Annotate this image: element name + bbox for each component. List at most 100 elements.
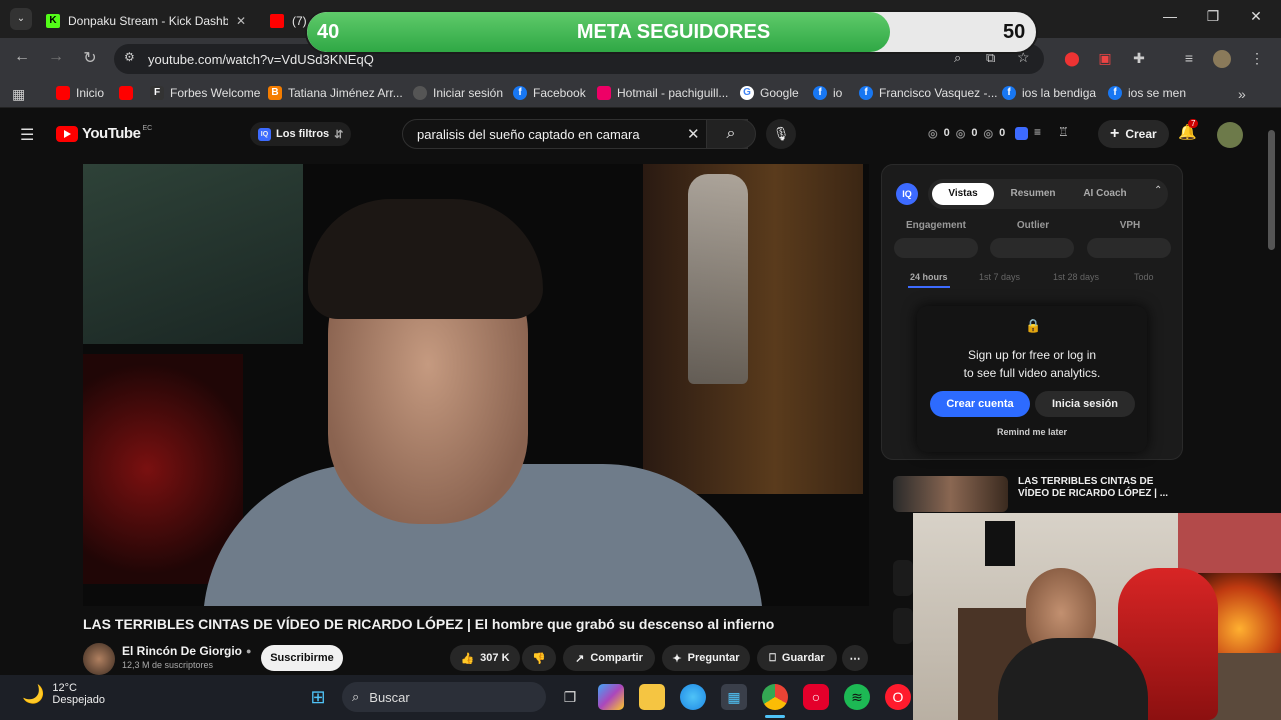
page-scrollbar[interactable] — [1268, 130, 1275, 250]
search-icon: ⌕ — [352, 689, 360, 704]
back-icon[interactable]: ← — [12, 48, 32, 66]
more-bookmarks-icon[interactable]: » — [1238, 86, 1246, 102]
video-person-hair — [308, 199, 543, 319]
reload-icon[interactable]: ↻ — [80, 48, 100, 68]
award-icon[interactable]: ♖ — [1058, 125, 1069, 139]
active-app-indicator — [765, 715, 785, 718]
voice-search-button[interactable]: 🎙 — [766, 119, 796, 149]
forward-icon[interactable]: → — [46, 48, 66, 66]
vidiq-toolbar-icon[interactable] — [1015, 127, 1028, 140]
taskbar-search[interactable]: ⌕ Buscar — [342, 682, 546, 712]
search-button[interactable]: ⌕ — [706, 119, 756, 149]
restore-icon[interactable]: ❐ — [1198, 8, 1228, 25]
recommended-video[interactable]: LAS TERRIBLES CINTAS DE VÍDEO DE RICARDO… — [893, 476, 1183, 512]
apps-icon[interactable]: ▦ — [12, 86, 25, 103]
account-avatar[interactable] — [1217, 122, 1243, 148]
bookmark-ios-se-men[interactable]: f ios se men — [1108, 86, 1186, 100]
tab-kick-dashboard[interactable]: K Donpaku Stream - Kick Dashbo ✕ — [46, 6, 256, 36]
bookmark-icon: ⎕ — [769, 651, 776, 664]
notifications-button[interactable]: 🔔 7 — [1178, 119, 1199, 141]
login-button[interactable]: Inicia sesión — [1035, 391, 1135, 417]
bookmark-francisco[interactable]: f Francisco Vasquez -... — [859, 86, 998, 100]
tab-youtube[interactable]: (7) — [270, 6, 310, 36]
bookmark-login[interactable]: Iniciar sesión — [413, 86, 503, 100]
profile-avatar[interactable] — [1213, 50, 1231, 68]
bookmark-facebook[interactable]: f Facebook — [513, 86, 586, 100]
thumbs-down-icon: 👎 — [532, 652, 546, 665]
share-button[interactable]: ↗ Compartir — [563, 645, 655, 671]
opera-gx-icon[interactable]: ○ — [803, 684, 829, 710]
bookmark-tatiana[interactable]: B Tatiana Jiménez Arr... — [268, 86, 403, 100]
clear-search-icon[interactable]: ✕ — [687, 125, 700, 143]
video-player[interactable] — [83, 164, 869, 606]
ask-button[interactable]: ✦ Preguntar — [662, 645, 750, 671]
filters-button[interactable]: IQ Los filtros ⇵ — [250, 122, 352, 146]
bookmark-io[interactable]: f io — [813, 86, 842, 100]
hamburger-menu-icon[interactable]: ☰ — [20, 125, 34, 145]
microphone-icon: 🎙 — [772, 126, 790, 141]
channel-avatar[interactable] — [83, 643, 115, 675]
tab-search-button[interactable]: ⌄ — [10, 8, 32, 30]
facebook-icon: f — [1002, 86, 1016, 100]
more-icon: ⋯ — [849, 652, 861, 665]
extensions-icon[interactable]: ✚ — [1130, 50, 1148, 68]
menu-icon[interactable]: ⋮ — [1248, 50, 1266, 68]
video-bg-red-art — [83, 354, 243, 584]
close-window-icon[interactable]: ✕ — [1241, 8, 1271, 25]
weather-widget[interactable]: 🌙 12°C Despejado — [22, 682, 105, 706]
video-bg-dress — [688, 174, 748, 384]
bookmark-ios-bendiga[interactable]: f ios la bendiga — [1002, 86, 1096, 100]
close-icon[interactable]: ✕ — [236, 14, 246, 28]
edge-icon[interactable] — [680, 684, 706, 710]
bookmarks-bar: ▦ Inicio F Forbes Welcome B Tatiana Jiméne… — [0, 80, 1281, 108]
channel-name[interactable]: El Rincón De Giorgio ● — [122, 644, 251, 658]
dislike-button[interactable]: 👎 — [522, 645, 556, 671]
bookmark-google[interactable]: G Google — [740, 86, 799, 100]
spotify-icon[interactable]: ≋ — [844, 684, 870, 710]
eye-icon: ◎ — [955, 128, 966, 140]
extension-badge-icon[interactable]: ▣ — [1096, 50, 1114, 68]
bookmark-hotmail[interactable]: Hotmail - pachiguill... — [597, 86, 728, 100]
popup-text-1: Sign up for free or log in — [967, 348, 1097, 362]
copilot-icon[interactable] — [598, 684, 624, 710]
bookmark-inicio[interactable]: Inicio — [56, 86, 104, 100]
create-button[interactable]: + Crear — [1098, 120, 1169, 148]
tab-resumen[interactable]: Resumen — [1002, 183, 1064, 205]
bookmark-forbes[interactable]: F Forbes Welcome — [150, 86, 260, 100]
vidiq-signup-popup: 🔒 Sign up for free or log in to see full… — [917, 306, 1147, 452]
collapse-icon[interactable]: ⌃ — [1154, 185, 1162, 196]
opera-icon[interactable]: O — [885, 684, 911, 710]
like-button[interactable]: 👍 307 K — [450, 645, 520, 671]
media-icon[interactable]: ≡ — [1180, 50, 1198, 68]
range-all[interactable]: Todo — [1134, 272, 1154, 282]
vidiq-counters: ◎ 0 ◎ 0 ◎ 0 — [928, 127, 1006, 140]
extension-red-icon[interactable]: ⬤ — [1063, 50, 1081, 68]
stat-value-blurred — [894, 238, 978, 258]
stat-value-blurred — [1087, 238, 1171, 258]
file-explorer-icon[interactable] — [639, 684, 665, 710]
range-24h[interactable]: 24 hours — [910, 272, 948, 282]
tab-ai-coach[interactable]: AI Coach — [1074, 183, 1136, 205]
sliders-icon: ⇵ — [334, 128, 344, 141]
sidebar-placeholder — [893, 560, 913, 596]
youtube-icon — [56, 86, 70, 100]
store-icon[interactable]: ▦ — [721, 684, 747, 710]
youtube-logo[interactable]: YouTube EC — [56, 125, 152, 142]
range-28d[interactable]: 1st 28 days — [1053, 272, 1099, 282]
windows-start-icon[interactable]: ⊞ — [305, 684, 331, 710]
create-account-button[interactable]: Crear cuenta — [930, 391, 1030, 417]
minimize-icon[interactable]: — — [1155, 8, 1185, 24]
bookmark-youtube[interactable] — [119, 86, 139, 100]
save-button[interactable]: ⎕ Guardar — [757, 645, 837, 671]
site-info-icon[interactable]: ⚙ — [124, 50, 135, 64]
remind-later-link[interactable]: Remind me later — [917, 427, 1147, 437]
subscribe-button[interactable]: Suscribirme — [261, 645, 343, 671]
list-icon[interactable]: ≡ — [1034, 125, 1041, 139]
more-actions-button[interactable]: ⋯ — [842, 645, 868, 671]
tab-vistas[interactable]: Vistas — [932, 183, 994, 205]
task-view-icon[interactable]: ❐ — [557, 684, 583, 710]
weather-status: Despejado — [52, 694, 106, 706]
range-7d[interactable]: 1st 7 days — [979, 272, 1020, 282]
chrome-icon[interactable] — [762, 684, 788, 710]
search-input[interactable]: paralisis del sueño captado en camara ✕ — [402, 119, 748, 149]
